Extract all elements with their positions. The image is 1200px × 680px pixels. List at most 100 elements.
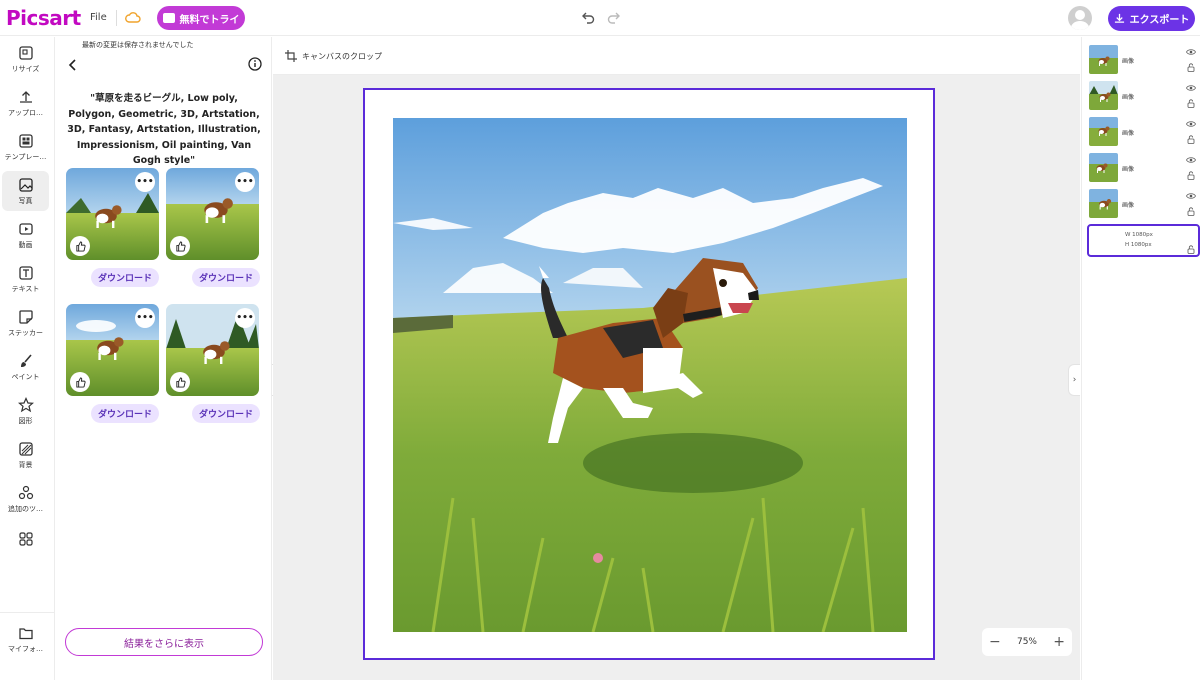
canvas-toolbar: キャンバスのクロップ — [273, 37, 1080, 75]
templates-icon — [18, 133, 33, 148]
rail-divider — [0, 612, 55, 613]
tools-icon — [18, 485, 33, 499]
rail-item-video[interactable]: 動画 — [2, 215, 49, 255]
more-options-icon[interactable]: ••• — [135, 308, 155, 328]
background-width: W 1080px — [1125, 232, 1153, 238]
rail-item-stickers[interactable]: ステッカー — [2, 303, 49, 343]
layer-thumbnail — [1089, 153, 1118, 182]
top-bar: Picsart File 無料でトライ エクスポート — [0, 0, 1200, 36]
rail-label: 動画 — [18, 240, 33, 249]
result-thumbnail[interactable]: ••• — [166, 304, 259, 396]
result-thumbnail[interactable]: ••• — [66, 168, 159, 260]
free-trial-button[interactable]: 無料でトライ — [157, 6, 245, 30]
visibility-icon[interactable] — [1186, 192, 1196, 200]
layer-name: 画像 — [1122, 166, 1135, 173]
canvas-crop-button[interactable]: キャンバスのクロップ — [285, 50, 382, 62]
like-icon[interactable] — [70, 236, 90, 256]
canvas-image[interactable] — [393, 118, 907, 632]
layer-item[interactable]: 画像 — [1088, 43, 1198, 76]
layer-thumbnail — [1089, 45, 1118, 74]
zoom-in-button[interactable]: + — [1053, 634, 1065, 650]
lock-icon[interactable] — [1187, 245, 1195, 254]
lock-icon[interactable] — [1187, 171, 1195, 180]
lock-icon[interactable] — [1187, 207, 1195, 216]
visibility-icon[interactable] — [1186, 48, 1196, 56]
video-icon — [18, 222, 33, 235]
rail-label: 写真 — [18, 196, 33, 205]
upload-icon — [19, 90, 32, 103]
rail-item-background[interactable]: 背景 — [2, 435, 49, 475]
rail-label: テンプレー… — [4, 152, 47, 161]
rail-label: 背景 — [18, 460, 33, 469]
rail-label: リサイズ — [11, 64, 40, 73]
resize-icon — [18, 45, 33, 60]
rail-item-my-folders[interactable]: マイフォ… — [2, 619, 49, 659]
unsaved-notice: 最新の変更は保存されませんでした — [82, 41, 194, 49]
artboard[interactable] — [363, 88, 935, 660]
export-button[interactable]: エクスポート — [1108, 6, 1195, 31]
layer-thumbnail — [1089, 81, 1118, 110]
expand-layers-button[interactable]: › — [1068, 364, 1080, 396]
result-thumbnail[interactable]: ••• — [166, 168, 259, 260]
download-button[interactable]: ダウンロード — [192, 404, 260, 423]
layer-item[interactable]: 画像 — [1088, 79, 1198, 112]
redo-icon[interactable] — [606, 10, 622, 26]
rail-item-text[interactable]: テキスト — [2, 259, 49, 299]
layer-thumbnail — [1089, 189, 1118, 218]
rail-item-shapes[interactable]: 図形 — [2, 391, 49, 431]
free-trial-label: 無料でトライ — [179, 14, 240, 26]
undo-icon[interactable] — [580, 10, 596, 26]
layer-thumbnail — [1089, 117, 1118, 146]
layer-name: 画像 — [1122, 94, 1135, 101]
download-button[interactable]: ダウンロード — [91, 268, 159, 287]
like-icon[interactable] — [170, 236, 190, 256]
export-label: エクスポート — [1129, 15, 1190, 26]
more-options-icon[interactable]: ••• — [135, 172, 155, 192]
shape-icon — [17, 396, 34, 412]
more-options-icon[interactable]: ••• — [235, 308, 255, 328]
layers-panel: 画像 画像 画像 画像 画像 W 1080px H 1080px — [1081, 37, 1200, 680]
background-layer[interactable]: W 1080px H 1080px — [1087, 224, 1200, 257]
avatar[interactable] — [1068, 6, 1092, 30]
download-button[interactable]: ダウンロード — [192, 268, 260, 287]
visibility-icon[interactable] — [1186, 156, 1196, 164]
rail-item-apps[interactable] — [2, 519, 49, 559]
zoom-out-button[interactable]: − — [989, 634, 1001, 650]
rail-item-photos[interactable]: 写真 — [2, 171, 49, 211]
result-thumbnail[interactable]: ••• — [66, 304, 159, 396]
rail-label: 図形 — [18, 416, 33, 425]
rail-item-upload[interactable]: アップロ… — [2, 83, 49, 123]
layer-name: 画像 — [1122, 58, 1135, 65]
download-icon — [1114, 13, 1124, 23]
rail-item-more-tools[interactable]: 追加のツ… — [2, 479, 49, 519]
rail-item-templates[interactable]: テンプレー… — [2, 127, 49, 167]
crown-icon — [162, 13, 175, 23]
back-icon[interactable] — [67, 59, 79, 71]
like-icon[interactable] — [70, 372, 90, 392]
rail-label: 追加のツ… — [8, 504, 43, 513]
download-button[interactable]: ダウンロード — [91, 404, 159, 423]
layer-name: 画像 — [1122, 130, 1135, 137]
rail-item-paint[interactable]: ペイント — [2, 347, 49, 387]
prompt-text: "草原を走るビーグル, Low poly, Polygon, Geometric… — [67, 93, 261, 166]
rail-item-resize[interactable]: リサイズ — [2, 39, 49, 79]
picsart-logo[interactable]: Picsart — [6, 6, 81, 30]
layer-item[interactable]: 画像 — [1088, 151, 1198, 184]
zoom-level[interactable]: 75% — [1017, 637, 1037, 647]
cloud-sync-icon[interactable] — [124, 9, 142, 27]
layer-name: 画像 — [1122, 202, 1135, 209]
zoom-control: − 75% + — [982, 628, 1072, 656]
more-options-icon[interactable]: ••• — [235, 172, 255, 192]
layer-item[interactable]: 画像 — [1088, 187, 1198, 220]
info-icon[interactable] — [248, 57, 262, 71]
layer-item[interactable]: 画像 — [1088, 115, 1198, 148]
file-menu[interactable]: File — [90, 12, 107, 23]
paint-icon — [20, 353, 32, 367]
visibility-icon[interactable] — [1186, 120, 1196, 128]
lock-icon[interactable] — [1187, 63, 1195, 72]
show-more-results-button[interactable]: 結果をさらに表示 — [65, 628, 263, 656]
visibility-icon[interactable] — [1186, 84, 1196, 92]
like-icon[interactable] — [170, 372, 190, 392]
lock-icon[interactable] — [1187, 99, 1195, 108]
lock-icon[interactable] — [1187, 135, 1195, 144]
